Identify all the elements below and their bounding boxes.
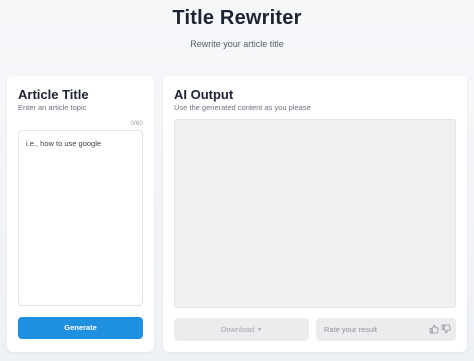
- rate-result-label: Rate your result: [324, 325, 377, 334]
- download-label: Download: [220, 325, 255, 334]
- page-title: Title Rewriter: [172, 7, 302, 29]
- output-area[interactable]: [174, 119, 456, 308]
- article-title-subtitle: Enter an article topic: [18, 103, 87, 112]
- page: Title Rewriter Rewrite your article titl…: [0, 0, 474, 361]
- character-counter: 0/60: [130, 120, 143, 127]
- article-title-heading: Article Title: [18, 87, 89, 102]
- article-title-panel: Article Title Enter an article topic 0/6…: [7, 76, 154, 352]
- ai-output-subtitle: Use the generated content as you please: [174, 103, 311, 112]
- article-topic-input[interactable]: i.e., how to use google: [18, 130, 143, 306]
- page-subtitle: Rewrite your article title: [190, 39, 284, 49]
- ai-output-heading: AI Output: [174, 87, 234, 102]
- thumbs-down-icon[interactable]: [441, 324, 451, 334]
- rate-result-box: Rate your result: [316, 318, 456, 341]
- download-button[interactable]: Download ▼: [174, 318, 309, 341]
- ai-output-panel: AI Output Use the generated content as y…: [163, 76, 467, 352]
- thumbs-up-icon[interactable]: [429, 324, 439, 334]
- generate-button[interactable]: Generate: [18, 317, 143, 339]
- chevron-down-icon: ▼: [257, 327, 263, 333]
